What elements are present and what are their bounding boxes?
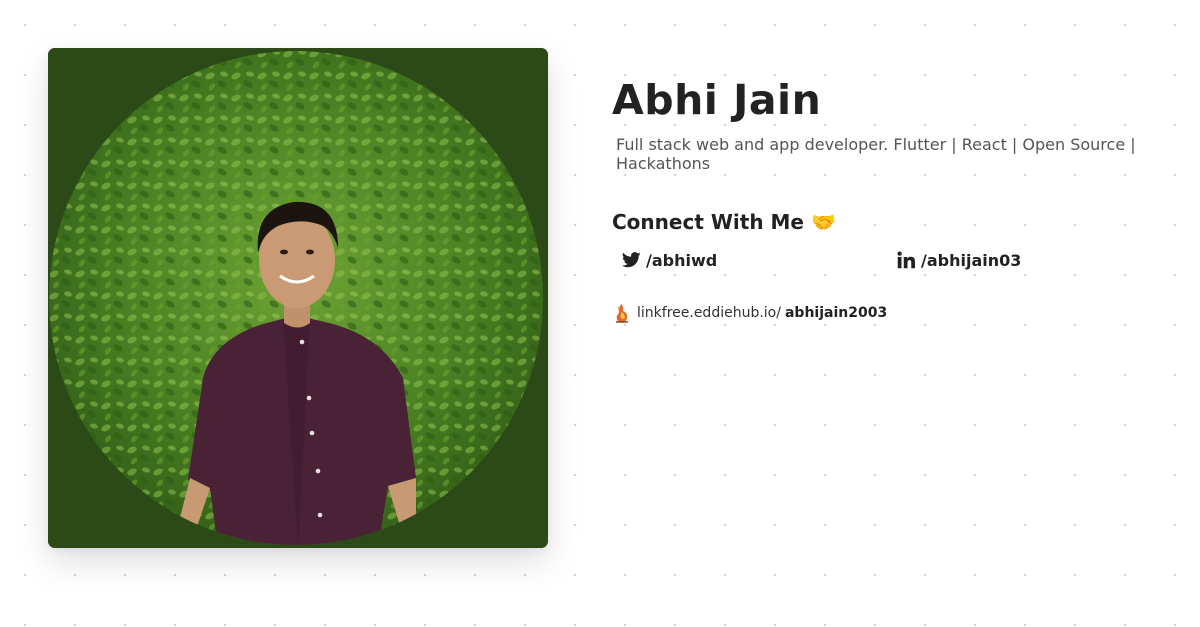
linkfree-domain: linkfree.eddiehub.io/ (637, 305, 781, 321)
linkfree-logo-icon (612, 302, 632, 324)
linkedin-handle: /abhijain03 (921, 250, 1022, 270)
connect-heading: Connect With Me 🤝 (612, 210, 836, 234)
profile-photo (48, 48, 548, 548)
profile-name: Abhi Jain (612, 76, 822, 124)
twitter-link[interactable]: /abhiwd (621, 247, 717, 273)
linkfree-username: abhijain2003 (784, 305, 888, 321)
social-links: /abhiwd /abhijain03 (612, 247, 1172, 277)
linkedin-link[interactable]: /abhijain03 (896, 247, 1021, 273)
twitter-bird-icon (621, 250, 641, 270)
profile-photo-card (48, 48, 548, 548)
og-card: Abhi Jain Full stack web and app develop… (0, 0, 1200, 627)
profile-info: Abhi Jain Full stack web and app develop… (612, 72, 1172, 325)
profile-bio: Full stack web and app developer. Flutte… (616, 135, 1136, 173)
twitter-handle: /abhiwd (646, 250, 718, 270)
linkedin-icon (896, 250, 916, 270)
linkfree-link[interactable]: linkfree.eddiehub.io/ abhijain2003 (612, 301, 1172, 325)
